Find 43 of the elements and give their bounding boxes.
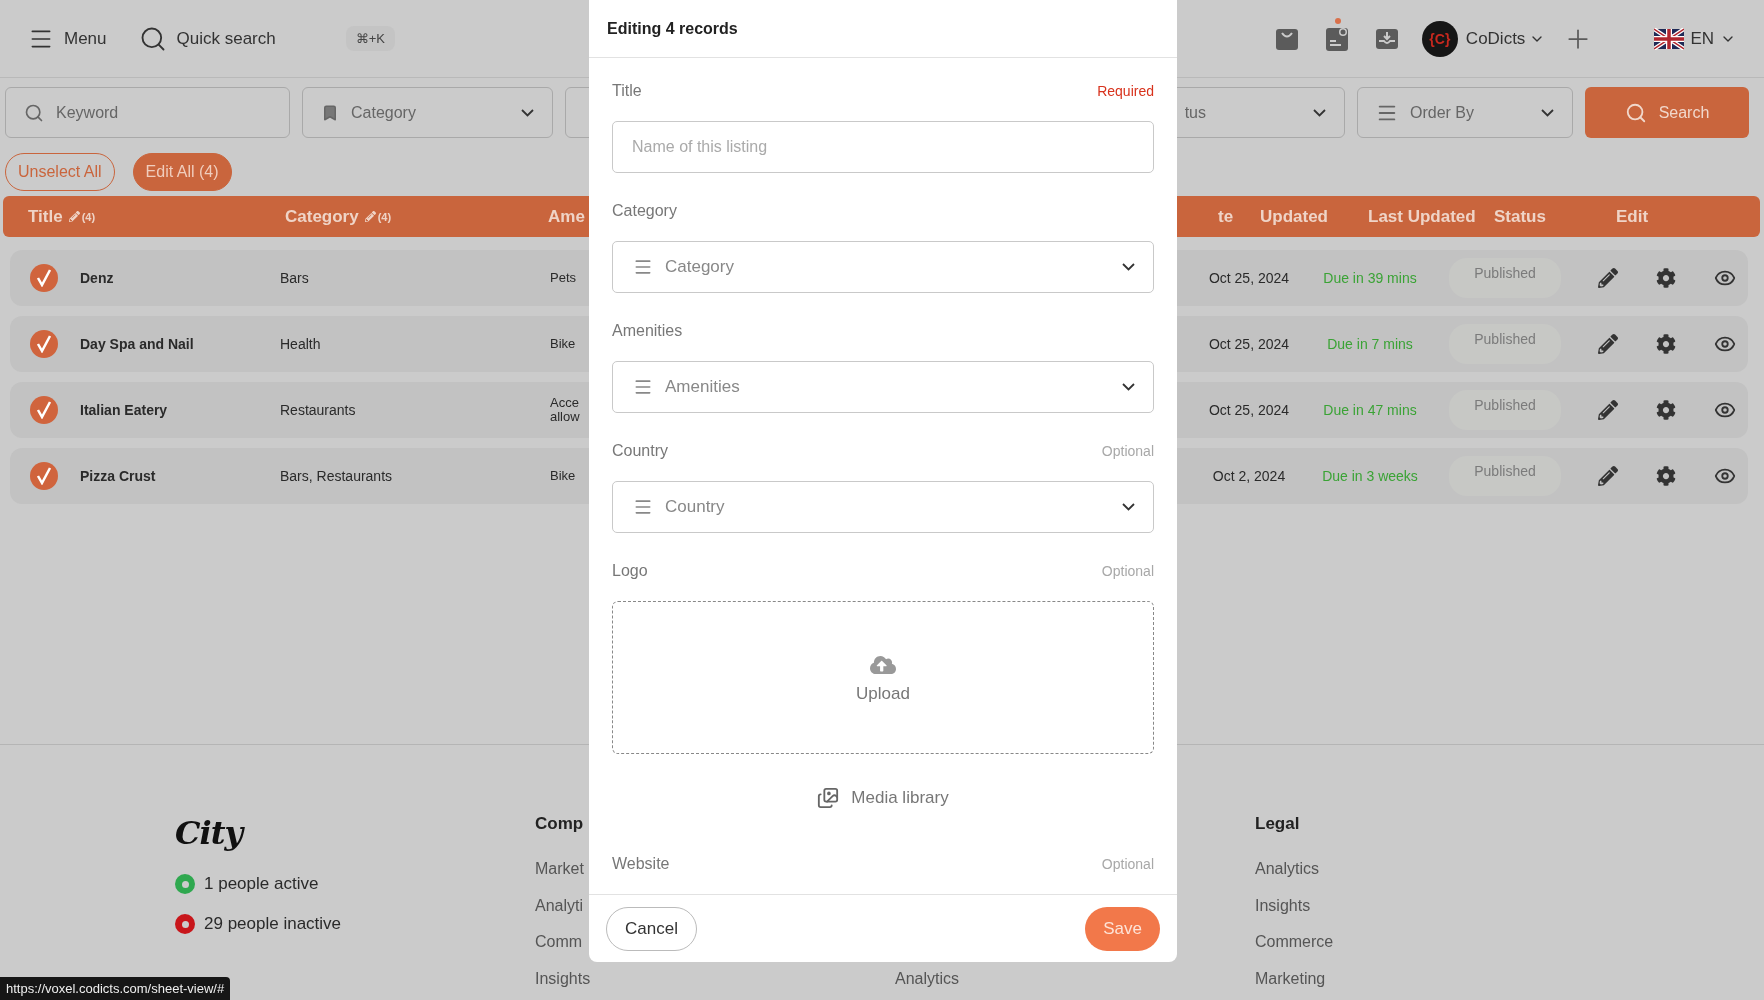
footer-heading: Legal [1255, 814, 1301, 835]
table-cell-text: Denz [80, 270, 115, 286]
field-label: Title [612, 82, 642, 100]
table-cell-text: Pizza Crust [80, 468, 157, 484]
field-label: Logo [612, 562, 648, 580]
status-badge: Published [1449, 258, 1561, 298]
table-cell-text: Oct 25, 2024 [1207, 270, 1291, 286]
presence-label: 29 people inactive [204, 914, 342, 934]
table-cell-text: Health [280, 336, 322, 352]
due-time: Due in 47 mins [1322, 402, 1418, 418]
table-cell-text: Bars, Restaurants [280, 468, 394, 484]
table-cell-text: Bike [550, 337, 577, 351]
status-badge: Published [1449, 456, 1561, 496]
footer-heading: Comp [535, 814, 585, 835]
table-cell-text: Pets [550, 271, 577, 285]
field-label: Category [612, 202, 677, 220]
presence-label: 1 people active [204, 874, 319, 894]
brand-logo: City [175, 814, 535, 860]
table-cell-text: Bars [280, 270, 310, 286]
field-label: Website [612, 855, 670, 873]
table-cell-text: Italian Eatery [80, 402, 169, 418]
due-time: Due in 39 mins [1322, 270, 1418, 286]
table-cell-text: Oct 25, 2024 [1207, 336, 1291, 352]
table-cell-text: Oct 2, 2024 [1211, 468, 1287, 484]
optional-note: Optional [1101, 563, 1154, 579]
optional-note: Optional [1101, 443, 1154, 459]
status-badge: Published [1449, 324, 1561, 364]
field-label: Country [612, 442, 669, 460]
due-time: Due in 3 weeks [1321, 468, 1419, 484]
table-cell-text: Bike [550, 469, 577, 483]
due-time: Due in 7 mins [1326, 336, 1414, 352]
table-cell-text: Oct 25, 2024 [1207, 402, 1291, 418]
required-note: Required [1097, 83, 1154, 99]
table-cell-text: Restaurants [280, 402, 357, 418]
dialog-title: Editing 4 records [607, 19, 738, 38]
status-badge: Published [1449, 390, 1561, 430]
table-cell-text: Day Spa and Nail [80, 336, 195, 352]
field-label: Amenities [612, 322, 683, 340]
shortcut-badge: ⌘+K [345, 26, 395, 51]
upload-label: Upload [856, 683, 910, 704]
table-cell-text: Acce allow [550, 396, 581, 424]
link-url-tooltip: https://voxel.codicts.com/sheet-view/# [0, 977, 231, 1000]
optional-note: Optional [1101, 856, 1154, 872]
